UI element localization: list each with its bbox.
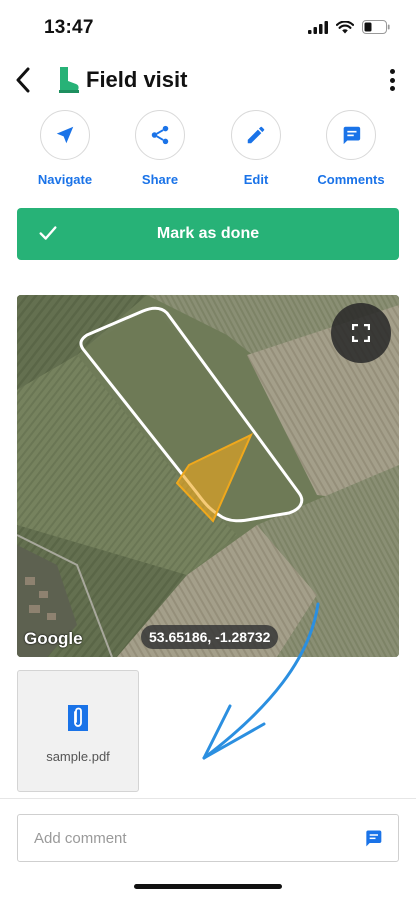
paperclip-file-icon	[68, 705, 88, 731]
comment-send-button[interactable]	[362, 827, 384, 849]
status-icons	[308, 20, 390, 34]
share-icon	[151, 125, 169, 145]
edit-label: Edit	[243, 172, 269, 187]
attachment-tile[interactable]: sample.pdf	[17, 670, 139, 792]
signal-icon	[308, 20, 328, 34]
action-bar: Navigate Share Edit Comments	[0, 110, 416, 187]
more-vertical-icon	[389, 69, 395, 74]
pencil-icon	[247, 126, 265, 144]
comments-button[interactable]: Comments	[303, 110, 399, 187]
more-menu-button[interactable]	[384, 66, 400, 94]
divider	[0, 798, 416, 799]
header: Field visit	[0, 58, 416, 102]
navigate-arrow-icon	[56, 126, 74, 144]
boot-icon	[59, 67, 79, 93]
page-title: Field visit	[86, 67, 188, 92]
comment-input[interactable]	[18, 815, 348, 861]
comment-icon	[343, 126, 361, 145]
fullscreen-button[interactable]	[331, 303, 391, 363]
navigate-button[interactable]: Navigate	[17, 110, 113, 187]
comments-label: Comments	[317, 172, 385, 187]
chevron-left-icon	[16, 67, 30, 93]
edit-button[interactable]: Edit	[208, 110, 304, 187]
wifi-icon	[336, 20, 354, 33]
fullscreen-icon	[352, 324, 370, 342]
back-button[interactable]	[8, 62, 38, 98]
comment-box	[17, 814, 399, 862]
attachment-filename: sample.pdf	[46, 749, 110, 764]
comment-send-icon	[366, 830, 382, 847]
share-button[interactable]: Share	[112, 110, 208, 187]
check-icon	[39, 226, 57, 240]
home-indicator	[134, 884, 282, 889]
mark-as-done-button[interactable]: Mark as done	[17, 208, 399, 260]
google-attribution: Google	[24, 629, 83, 648]
battery-icon	[362, 20, 390, 34]
annotation-arrow-icon	[202, 602, 320, 760]
status-time: 13:47	[44, 17, 94, 38]
status-bar: 13:47	[0, 0, 416, 54]
mark-as-done-label: Mark as done	[156, 225, 260, 242]
share-label: Share	[141, 172, 179, 187]
navigate-label: Navigate	[37, 172, 93, 187]
